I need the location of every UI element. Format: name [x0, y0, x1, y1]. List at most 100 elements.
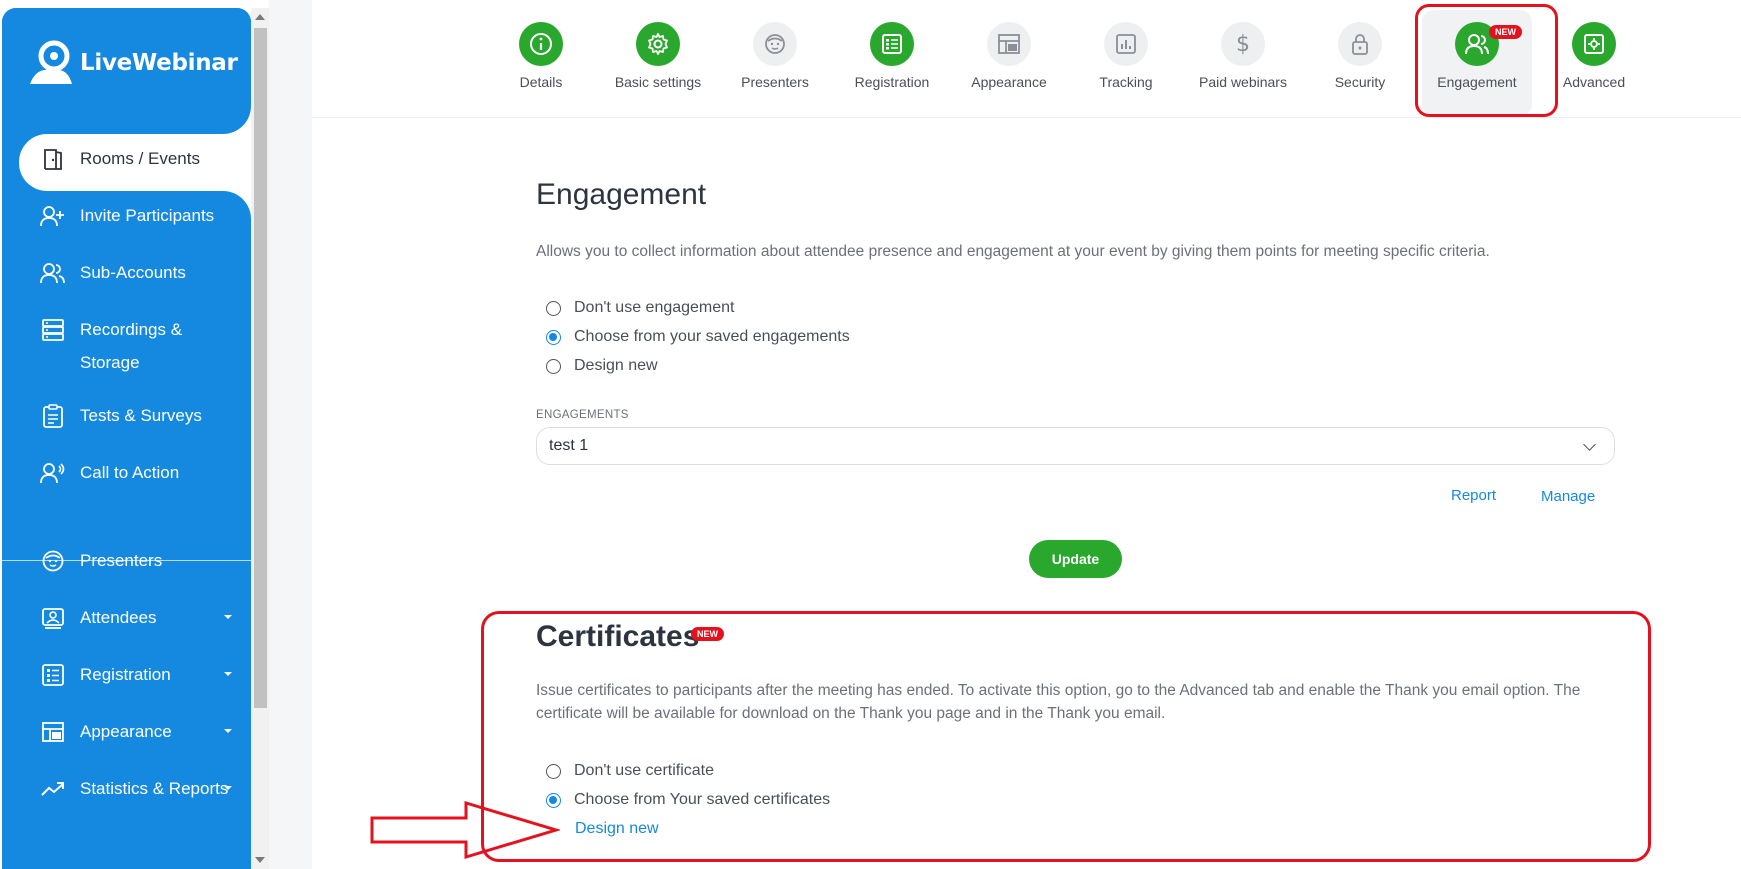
layout-icon	[987, 22, 1031, 66]
advanced-icon	[1572, 22, 1616, 66]
brand-logo[interactable]: LiveWebinar	[28, 38, 238, 88]
tab-appearance[interactable]: Appearance	[954, 22, 1064, 90]
clipboard-icon	[40, 403, 66, 429]
update-button[interactable]: Update	[1029, 540, 1122, 578]
content-gutter	[269, 0, 312, 869]
sidebar-item-presenters[interactable]: Presenters	[40, 548, 162, 577]
sidebar-item-label: Invite Participants	[80, 206, 215, 225]
sidebar-item-label-group: Recordings & Storage	[80, 313, 182, 379]
sidebar-item-label: Appearance	[80, 722, 172, 741]
radio-label: Don't use certificate	[574, 762, 715, 779]
door-icon	[40, 146, 66, 172]
dollar-icon: $	[1221, 22, 1265, 66]
megaphone-user-icon	[40, 460, 66, 486]
gear-icon	[636, 22, 680, 66]
tab-security[interactable]: Security	[1305, 22, 1415, 90]
face-icon	[40, 548, 66, 574]
tab-tracking[interactable]: Tracking	[1071, 22, 1181, 90]
tab-paid-webinars[interactable]: $ Paid webinars	[1188, 22, 1298, 90]
form-icon	[40, 662, 66, 688]
info-icon	[519, 22, 563, 66]
sidebar-item-call-to-action[interactable]: Call to Action	[40, 460, 179, 489]
radio-dont-use-engagement[interactable]: Don't use engagement	[546, 299, 735, 317]
server-icon	[40, 317, 66, 343]
sidebar-item-appearance[interactable]: Appearance	[40, 719, 232, 748]
sidebar-item-label-line2: Storage	[80, 353, 140, 372]
lock-icon	[1338, 22, 1382, 66]
chevron-down-icon	[224, 615, 232, 619]
trend-icon	[40, 776, 66, 802]
tab-presenters[interactable]: Presenters	[720, 22, 830, 90]
radio-label: Don't use engagement	[574, 299, 735, 316]
radio-button[interactable]	[546, 300, 561, 316]
report-link[interactable]: Report	[1451, 487, 1496, 504]
sidebar-item-registration[interactable]: Registration	[40, 662, 232, 691]
layout-icon	[40, 719, 66, 745]
manage-link[interactable]: Manage	[1541, 488, 1595, 505]
annotation-arrow-icon	[370, 800, 560, 860]
radio-button[interactable]	[546, 358, 561, 374]
tab-label: Tracking	[1099, 74, 1153, 90]
attendee-icon	[40, 605, 66, 631]
radio-design-new-engagement[interactable]: Design new	[546, 357, 658, 375]
sidebar-item-label: Attendees	[80, 608, 157, 627]
sidebar-item-recordings-storage[interactable]: Recordings & Storage	[40, 317, 182, 379]
brand-name: LiveWebinar	[80, 50, 238, 76]
form-icon	[870, 22, 914, 66]
tab-label: Appearance	[971, 74, 1047, 90]
design-new-certificate-link[interactable]: Design new	[575, 820, 659, 838]
radio-label: Choose from Your saved certificates	[574, 791, 831, 808]
tab-details[interactable]: Details	[486, 22, 596, 90]
sidebar-item-label: Registration	[80, 665, 171, 684]
user-plus-icon	[40, 203, 66, 229]
annotation-highlight-engagement-tab	[1415, 4, 1558, 117]
chevron-down-icon	[224, 672, 232, 676]
sidebar-item-label: Presenters	[80, 551, 163, 570]
chart-icon	[1104, 22, 1148, 66]
sidebar-item-rooms-events[interactable]: Rooms / Events	[40, 146, 200, 175]
engagements-select[interactable]: test 1	[536, 427, 1615, 465]
sidebar-item-label: Statistics & Reports	[80, 779, 229, 798]
sidebar-item-label: Tests & Surveys	[80, 406, 202, 425]
certificates-new-badge: NEW	[691, 627, 724, 641]
sidebar-item-label: Call to Action	[80, 463, 180, 482]
sidebar-item-label: Rooms / Events	[80, 149, 200, 168]
sidebar: LiveWebinar Rooms / Events Invite Partic…	[2, 8, 251, 869]
tab-label: Paid webinars	[1199, 74, 1287, 90]
radio-label: Design new	[574, 357, 658, 374]
certificates-title: Certificates	[536, 620, 700, 653]
certificates-description-line1: Issue certificates to participants after…	[536, 682, 1581, 699]
engagement-description: Allows you to collect information about …	[536, 243, 1490, 260]
scroll-thumb[interactable]	[254, 28, 267, 708]
tab-label: Security	[1334, 74, 1386, 90]
chevron-down-icon	[1583, 438, 1596, 451]
chevron-down-icon	[224, 786, 232, 790]
sidebar-item-tests-surveys[interactable]: Tests & Surveys	[40, 403, 202, 432]
sidebar-item-attendees[interactable]: Attendees	[40, 605, 232, 634]
sidebar-item-label: Sub-Accounts	[80, 263, 186, 282]
sidebar-item-invite-participants[interactable]: Invite Participants	[40, 203, 214, 232]
scroll-down-arrow-icon[interactable]	[255, 857, 265, 863]
chevron-down-icon	[224, 729, 232, 733]
radio-choose-saved-engagements[interactable]: Choose from your saved engagements	[546, 328, 850, 346]
tab-basic-settings[interactable]: Basic settings	[603, 22, 713, 90]
radio-dont-use-certificate[interactable]: Don't use certificate	[546, 762, 714, 780]
sidebar-item-sub-accounts[interactable]: Sub-Accounts	[40, 260, 186, 289]
sidebar-scrollbar[interactable]	[251, 8, 269, 869]
radio-choose-saved-certificates[interactable]: Choose from Your saved certificates	[546, 791, 830, 809]
tab-label: Details	[519, 74, 563, 90]
engagements-selected-value: test 1	[549, 437, 589, 454]
users-icon	[40, 260, 66, 286]
certificates-description: Issue certificates to participants after…	[536, 679, 1580, 725]
sidebar-item-label: Recordings &	[80, 320, 183, 339]
engagements-field-label: ENGAGEMENTS	[536, 409, 629, 421]
sidebar-item-statistics-reports[interactable]: Statistics & Reports	[40, 776, 232, 805]
tab-registration[interactable]: Registration	[837, 22, 947, 90]
radio-label: Choose from your saved engagements	[574, 328, 850, 345]
radio-button-selected[interactable]	[546, 329, 561, 345]
radio-button[interactable]	[546, 763, 561, 779]
tab-label: Basic settings	[614, 74, 702, 90]
face-icon	[753, 22, 797, 66]
tab-label: Registration	[854, 74, 930, 90]
scroll-up-arrow-icon[interactable]	[255, 14, 265, 20]
